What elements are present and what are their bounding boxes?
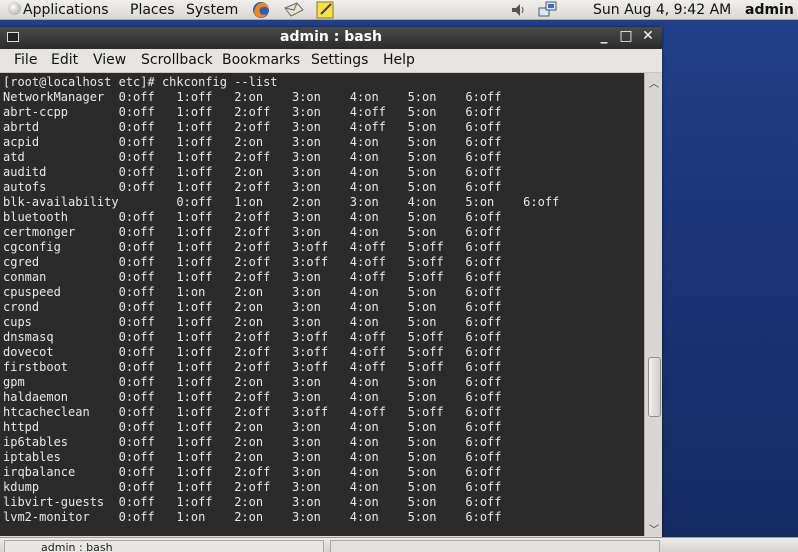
terminal-row: autofs 0:off 1:off 2:off 3:on 4:on 5:on … [3,180,502,194]
terminal-row: cpuspeed 0:off 1:on 2:on 3:on 4:on 5:on … [3,285,502,299]
network-icon[interactable] [537,0,559,20]
terminal-row: abrtd 0:off 1:off 2:off 3:on 4:off 5:on … [3,120,502,134]
terminal-row: httpd 0:off 1:off 2:on 3:on 4:on 5:on 6:… [3,420,502,434]
terminal-row: certmonger 0:off 1:off 2:off 3:on 4:on 5… [3,225,502,239]
menu-edit[interactable]: Edit [51,52,78,68]
terminal-row: crond 0:off 1:off 2:on 3:on 4:on 5:on 6:… [3,300,502,314]
maximize-button[interactable]: □ [618,28,634,44]
terminal-row: iptables 0:off 1:off 2:on 3:on 4:on 5:on… [3,450,502,464]
applications-logo-icon [8,2,21,15]
scroll-up-arrow-icon[interactable]: ︿ [647,75,661,90]
terminal-row: lvm2-monitor 0:off 1:on 2:on 3:on 4:on 5… [3,510,502,524]
terminal-row: libvirt-guests 0:off 1:off 2:on 3:on 4:o… [3,495,502,509]
terminal-row: cgred 0:off 1:off 2:off 3:off 4:off 5:of… [3,255,502,269]
menu-bookmarks[interactable]: Bookmarks [222,52,300,68]
close-button[interactable]: ✕ [640,28,656,44]
terminal-row: conman 0:off 1:off 2:off 3:on 4:off 5:of… [3,270,502,284]
taskbar-item-label: admin : bash [41,541,113,552]
terminal-row: cups 0:off 1:off 2:on 3:on 4:on 5:on 6:o… [3,315,502,329]
terminal-row: irqbalance 0:off 1:off 2:off 3:on 4:on 5… [3,465,502,479]
terminal-row: NetworkManager 0:off 1:off 2:on 3:on 4:o… [3,90,502,104]
minimize-button[interactable]: _ [596,28,612,44]
terminal-scrollbar[interactable]: ︿ ﹀ [644,73,662,536]
user-menu[interactable]: admin [745,1,794,19]
menu-file[interactable]: File [14,52,37,68]
volume-icon[interactable] [508,0,530,20]
taskbar-item-terminal[interactable]: admin : bash [4,540,324,552]
applications-label: Applications [23,2,109,18]
terminal-row: cgconfig 0:off 1:off 2:off 3:off 4:off 5… [3,240,502,254]
terminal-row: abrt-ccpp 0:off 1:off 2:off 3:on 4:off 5… [3,105,502,119]
menu-view[interactable]: View [93,52,126,68]
bottom-taskbar: admin : bash [0,537,798,552]
terminal-row: htcacheclean 0:off 1:off 2:off 3:off 4:o… [3,405,502,419]
firefox-icon[interactable] [250,0,272,20]
terminal-output[interactable]: [root@localhost etc]# chkconfig --list Ne… [0,73,644,536]
places-menu[interactable]: Places [130,1,175,19]
terminal-text: [root@localhost etc]# chkconfig --list Ne… [0,73,644,525]
scrollbar-thumb[interactable] [648,357,661,417]
terminal-row: dovecot 0:off 1:off 2:off 3:off 4:off 5:… [3,345,502,359]
applications-menu[interactable]: Applications [8,1,109,19]
terminal-row: gpm 0:off 1:off 2:on 3:on 4:on 5:on 6:of… [3,375,502,389]
menu-scrollback[interactable]: Scrollback [141,52,213,68]
scroll-down-arrow-icon[interactable]: ﹀ [647,521,661,536]
window-titlebar[interactable]: admin : bash _ □ ✕ [0,27,662,49]
terminal-row: dnsmasq 0:off 1:off 2:off 3:off 4:off 5:… [3,330,502,344]
terminal-row: firstboot 0:off 1:off 2:off 3:off 4:off … [3,360,502,374]
window-title: admin : bash [280,29,382,45]
terminal-row: auditd 0:off 1:off 2:on 3:on 4:on 5:on 6… [3,165,502,179]
chkconfig-list: NetworkManager 0:off 1:off 2:on 3:on 4:o… [3,90,644,525]
clock[interactable]: Sun Aug 4, 9:42 AM [593,1,731,19]
mail-icon[interactable] [283,0,305,20]
terminal-row: atd 0:off 1:off 2:off 3:on 4:on 5:on 6:o… [3,150,502,164]
terminal-row: kdump 0:off 1:off 2:off 3:on 4:on 5:on 6… [3,480,502,494]
menu-settings[interactable]: Settings [311,52,368,68]
prompt-line: [root@localhost etc]# chkconfig --list [3,75,278,89]
menu-help[interactable]: Help [383,52,415,68]
terminal-row: blk-availability 0:off 1:on 2:on 3:on 4:… [3,195,560,209]
terminal-row: ip6tables 0:off 1:off 2:on 3:on 4:on 5:o… [3,435,502,449]
terminal-row: bluetooth 0:off 1:off 2:off 3:on 4:on 5:… [3,210,502,224]
terminal-row: acpid 0:off 1:off 2:on 3:on 4:on 5:on 6:… [3,135,502,149]
taskbar-item-empty[interactable] [330,540,660,552]
terminal-window: admin : bash _ □ ✕ File Edit View Scroll… [0,27,662,551]
notes-icon[interactable] [315,0,337,20]
top-panel: Applications Places System Sun Aug 4, 9:… [0,0,798,20]
terminal-menubar: File Edit View Scrollback Bookmarks Sett… [0,49,662,73]
system-menu[interactable]: System [186,1,238,19]
terminal-row: haldaemon 0:off 1:off 2:off 3:on 4:on 5:… [3,390,502,404]
